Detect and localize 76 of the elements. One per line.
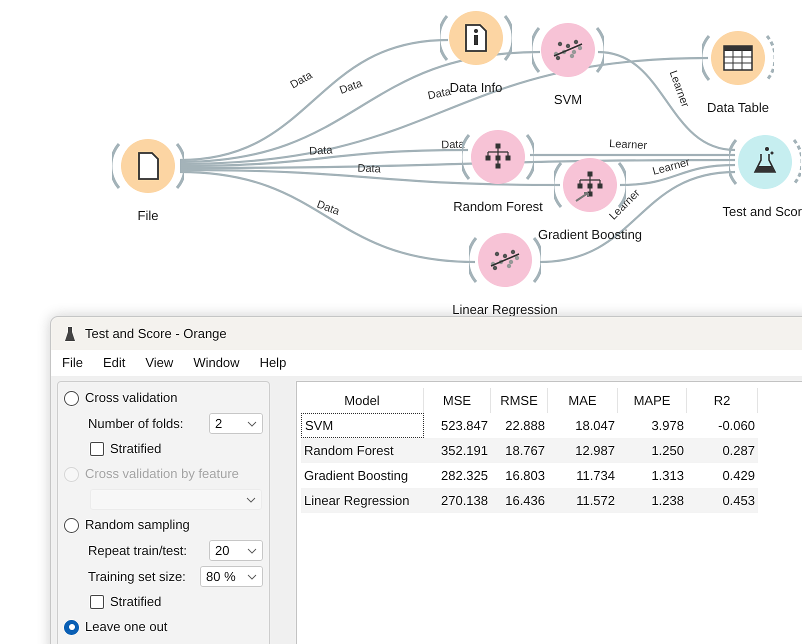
flask-icon: [754, 147, 776, 173]
table-cell-text: 16.436: [504, 492, 546, 510]
checkbox[interactable]: [90, 442, 104, 456]
link-label: Learner: [608, 138, 648, 152]
checkbox[interactable]: [90, 595, 104, 609]
node-label: Gradient Boosting: [538, 226, 642, 244]
menu-item[interactable]: Window: [193, 353, 240, 373]
flask-icon: [65, 326, 75, 340]
chevron-down-icon: [247, 420, 257, 426]
dropdown[interactable]: 2: [209, 413, 263, 434]
node-label: File: [138, 207, 158, 225]
node-label: SVM: [554, 91, 582, 109]
radio-button[interactable]: [64, 390, 79, 406]
radio-option[interactable]: Cross validation: [64, 388, 263, 408]
tree-icon: [486, 144, 510, 168]
table-cell-text: 270.138: [440, 492, 489, 510]
table-row[interactable]: Random Forest 352.191 18.767 12.987 1.250 0.287: [301, 438, 758, 463]
table-cell-text: 1.313: [650, 466, 685, 485]
node-label: Test and Scor: [722, 203, 802, 221]
field-label: Training set size:: [88, 568, 186, 586]
table-cell-text: Gradient Boosting: [303, 466, 410, 485]
info-document-icon: [465, 24, 487, 52]
table-cell-text: 282.325: [440, 466, 489, 485]
node-label: Random Forest: [453, 198, 543, 216]
link-label: Data: [308, 144, 333, 158]
table-cell-text: 3.978: [650, 416, 685, 435]
table-cell-text: Linear Regression: [303, 492, 411, 510]
dropdown[interactable]: 20: [209, 540, 263, 561]
checkbox-option[interactable]: Stratified: [90, 439, 263, 459]
table-cell-text: -0.060: [717, 416, 756, 435]
link-label: Data: [357, 162, 381, 176]
chevron-down-icon: [246, 496, 256, 502]
chevron-down-icon: [247, 574, 257, 580]
node-label: Data Table: [707, 99, 769, 117]
table-cell-text: 0.429: [721, 466, 756, 485]
table-cell-text: 0.287: [721, 442, 756, 460]
menu-item[interactable]: Edit: [102, 353, 126, 373]
radio-option[interactable]: Random sampling: [64, 515, 263, 535]
table-cell-text: 11.572: [575, 492, 616, 510]
table-cell-text: 18.047: [574, 416, 616, 435]
field-label: Number of folds:: [88, 414, 184, 433]
window-title: Test and Score - Orange: [85, 324, 227, 343]
table-cell-text: 1.250: [650, 442, 685, 460]
checkbox-option[interactable]: Stratified: [90, 592, 263, 612]
radio-button[interactable]: [64, 620, 79, 634]
menu-item[interactable]: View: [145, 353, 174, 373]
document-icon: [138, 152, 159, 180]
table-icon: [723, 45, 753, 71]
chevron-down-icon: [247, 548, 257, 554]
scatter-plot-icon: [490, 250, 520, 270]
table-cell-text: 523.847: [440, 416, 489, 435]
link-label: Learner: [651, 156, 692, 178]
menu-item[interactable]: Help: [260, 353, 286, 373]
tree-arrow-icon: [575, 172, 602, 202]
table-cell-text: Random Forest: [303, 442, 395, 460]
menu-item[interactable]: File: [62, 353, 83, 373]
radio-option[interactable]: Leave one out: [64, 617, 263, 637]
link-label: Learner: [666, 69, 691, 109]
field-label: Repeat train/test:: [88, 542, 187, 560]
table-cell-text: 1.238: [650, 492, 685, 510]
table-cell-text: 352.191: [440, 442, 489, 460]
table-cell-text: 18.767: [504, 442, 546, 460]
table-cell-text: 11.734: [575, 466, 616, 485]
table-cell-text: 22.888: [504, 416, 546, 435]
table-cell-text: 0.453: [721, 492, 756, 510]
link-label: Data: [426, 86, 452, 102]
link-label: Data: [338, 78, 364, 97]
link-label: Data: [315, 198, 341, 218]
table-row[interactable]: Linear Regression 270.138 16.436 11.572 1.238 0.453: [301, 488, 758, 513]
dropdown[interactable]: 80 %: [200, 566, 263, 587]
scatter-plot-icon: [554, 40, 582, 60]
table-cell-text: 16.803: [504, 466, 546, 485]
radio-button[interactable]: [64, 518, 79, 532]
table-cell-text: 12.987: [574, 442, 616, 460]
link-label: Data: [288, 69, 315, 92]
node-label: Linear Regression: [452, 301, 558, 319]
